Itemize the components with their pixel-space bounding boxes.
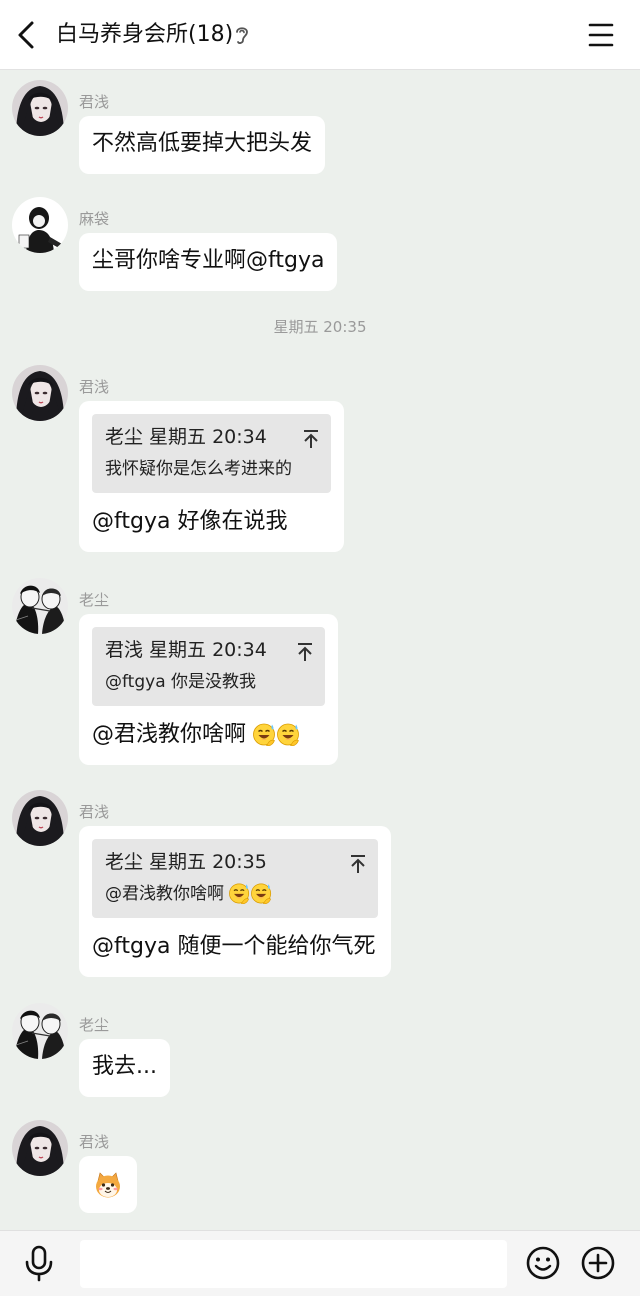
sender-name: 君浅 [79,93,110,111]
back-button[interactable] [10,15,46,55]
message-list[interactable]: 君浅 不然高低要掉大把头发 麻袋 尘哥你啥专业啊@ftgya 星期五 20:35… [0,70,640,1230]
jump-to-original-icon[interactable] [295,641,315,663]
chat-header: 白马养身会所(18) [0,0,640,70]
hamburger-menu-icon [588,23,614,47]
sender-name: 君浅 [79,1133,110,1151]
timestamp: 星期五 20:35 [273,318,367,336]
message-text: @ftgya 随便一个能给你气死 [92,934,376,959]
chat-title[interactable]: 白马养身会所(18) [56,20,233,50]
shiba-dog-emoji-icon [93,1170,123,1200]
quote-body: @ftgya 你是没教我 [105,672,257,692]
sweat-laugh-emoji-icon [277,722,301,746]
more-functions-button[interactable] [580,1245,616,1281]
quote-body: @君浅教你啥啊 [105,880,366,908]
quote-header: 老尘 星期五 20:35 [105,851,267,873]
quoted-message[interactable]: 老尘 星期五 20:35 @君浅教你啥啊 [92,839,378,918]
message-bubble[interactable] [79,1156,137,1213]
sweat-laugh-emoji-icon [253,722,277,746]
sender-name: 老尘 [79,591,110,609]
quote-header: 君浅 星期五 20:34 [105,639,267,661]
sender-name: 麻袋 [79,210,110,228]
sender-name: 老尘 [79,1016,110,1034]
message-input[interactable] [80,1240,507,1288]
avatar[interactable] [12,1120,68,1176]
avatar[interactable] [12,578,68,634]
quoted-message[interactable]: 老尘 星期五 20:34 我怀疑你是怎么考进来的 [92,414,331,493]
message-bubble[interactable]: 我去... [79,1039,170,1097]
message-text: @ftgya 好像在说我 [92,509,288,534]
sender-name: 君浅 [79,803,110,821]
message-bubble[interactable]: 老尘 星期五 20:35 @君浅教你啥啊 @ftgya 随便一个能给你气死 [79,826,391,977]
plus-circle-icon [581,1246,615,1280]
quote-body-text: @君浅教你啥啊 [105,884,224,904]
message-text: 尘哥你啥专业啊@ftgya [92,248,325,273]
smiley-icon [526,1246,560,1280]
message-text-content: @君浅教你啥啊 [92,722,247,747]
message-bubble[interactable]: 老尘 星期五 20:34 我怀疑你是怎么考进来的 @ftgya 好像在说我 [79,401,344,552]
avatar[interactable] [12,790,68,846]
message-bubble[interactable]: 尘哥你啥专业啊@ftgya [79,233,338,291]
jump-to-original-icon[interactable] [348,853,368,875]
voice-input-button[interactable] [22,1244,56,1282]
message-text: 不然高低要掉大把头发 [92,131,313,156]
ear-icon[interactable] [232,23,252,47]
microphone-icon [25,1245,53,1282]
input-bar [0,1230,640,1296]
emoji-button[interactable] [525,1245,561,1281]
avatar[interactable] [12,80,68,136]
chevron-left-icon [18,21,34,49]
avatar[interactable] [12,197,68,253]
quote-body: 我怀疑你是怎么考进来的 [105,459,292,479]
message-text: 我去... [92,1054,157,1079]
avatar[interactable] [12,365,68,421]
sweat-laugh-emoji-icon [229,882,251,904]
message-bubble[interactable]: 君浅 星期五 20:34 @ftgya 你是没教我 @君浅教你啥啊 [79,614,338,765]
sweat-laugh-emoji-icon [251,882,273,904]
message-bubble[interactable]: 不然高低要掉大把头发 [79,116,326,174]
menu-button[interactable] [584,18,618,52]
sender-name: 君浅 [79,378,110,396]
quote-header: 老尘 星期五 20:34 [105,426,267,448]
jump-to-original-icon[interactable] [301,428,321,450]
avatar[interactable] [12,1003,68,1059]
message-text: @君浅教你啥啊 [92,720,325,750]
quoted-message[interactable]: 君浅 星期五 20:34 @ftgya 你是没教我 [92,627,325,706]
